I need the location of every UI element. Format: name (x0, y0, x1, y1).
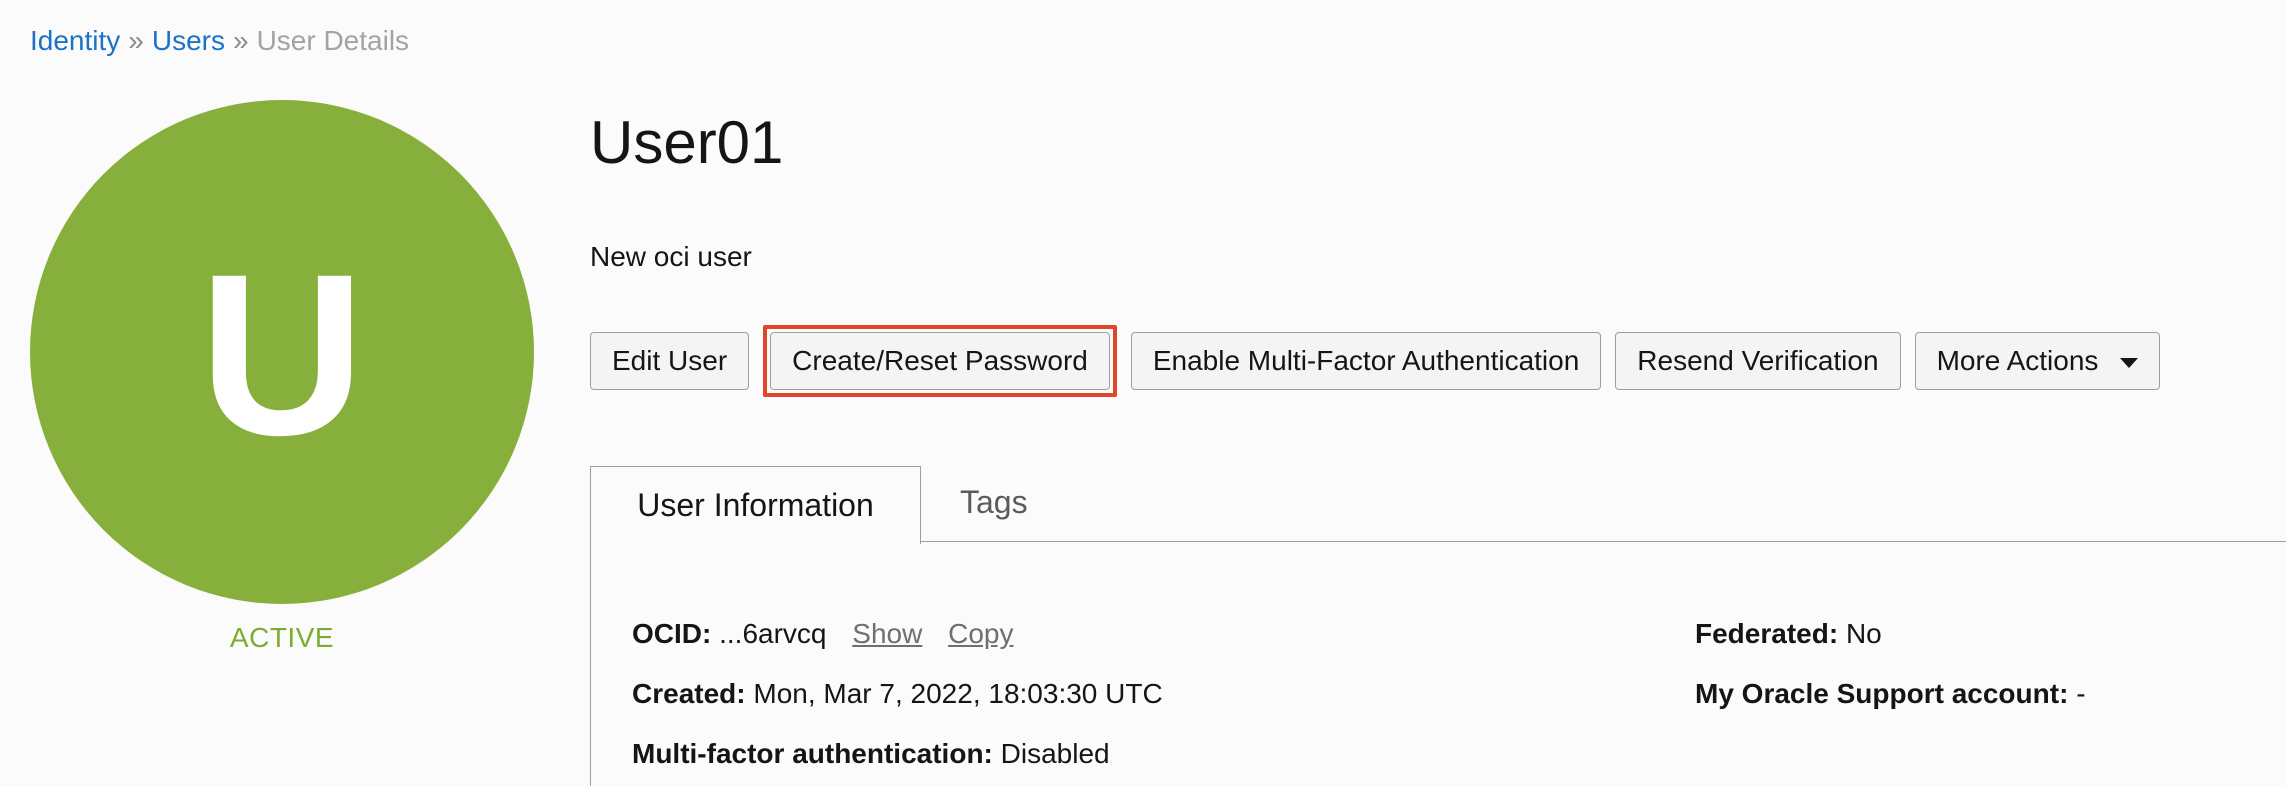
status-label: ACTIVE (229, 622, 335, 653)
resend-verification-button[interactable]: Resend Verification (1615, 332, 1901, 390)
enable-mfa-button[interactable]: Enable Multi-Factor Authentication (1130, 332, 1602, 390)
breadcrumb-current: User Details (256, 25, 410, 56)
content-panel-border (590, 541, 591, 786)
ocid-row: OCID: ...6arvcq Show Copy (632, 617, 1013, 651)
created-row: Created: Mon, Mar 7, 2022, 18:03:30 UTC (632, 677, 1163, 711)
breadcrumb-separator: » (128, 25, 144, 56)
support-account-label: My Oracle Support account: (1695, 678, 2069, 709)
user-avatar: U (30, 100, 534, 604)
mfa-row: Multi-factor authentication: Disabled (632, 737, 1110, 771)
mfa-label: Multi-factor authentication: (632, 738, 993, 769)
highlight-box: Create/Reset Password (763, 325, 1117, 397)
ocid-copy-link[interactable]: Copy (948, 618, 1013, 649)
user-details-page: Identity» Users» User Details U ACTIVE Use… (0, 0, 2286, 786)
breadcrumb-identity-link[interactable]: Identity (30, 25, 120, 56)
page-title: User01 (590, 109, 784, 176)
ocid-label: OCID: (632, 618, 712, 649)
federated-label: Federated: (1695, 618, 1839, 649)
created-label: Created: (632, 678, 746, 709)
edit-user-button[interactable]: Edit User (590, 332, 750, 390)
federated-value: No (1845, 618, 1882, 649)
support-account-row: My Oracle Support account: - (1695, 677, 2086, 711)
breadcrumb: Identity» Users» User Details (30, 24, 409, 58)
action-bar: Edit User Create/Reset Password Enable M… (590, 325, 2161, 397)
more-actions-button[interactable]: More Actions (1914, 332, 2161, 390)
tab-user-information[interactable]: User Information (590, 466, 921, 544)
user-description: New oci user (590, 241, 752, 272)
more-actions-label: More Actions (1936, 345, 2099, 376)
federated-row: Federated: No (1695, 617, 1882, 651)
support-account-value: - (2076, 678, 2086, 709)
tab-tags[interactable]: Tags (960, 484, 1028, 521)
breadcrumb-users-link[interactable]: Users (152, 25, 225, 56)
breadcrumb-separator: » (232, 25, 249, 56)
create-reset-password-button[interactable]: Create/Reset Password (770, 332, 1110, 390)
ocid-value: ...6arvcq (719, 618, 827, 649)
created-value: Mon, Mar 7, 2022, 18:03:30 UTC (753, 678, 1163, 709)
mfa-value: Disabled (1000, 738, 1110, 769)
avatar-letter: U (198, 226, 366, 483)
ocid-show-link[interactable]: Show (852, 618, 922, 649)
caret-down-icon (2120, 358, 2139, 368)
